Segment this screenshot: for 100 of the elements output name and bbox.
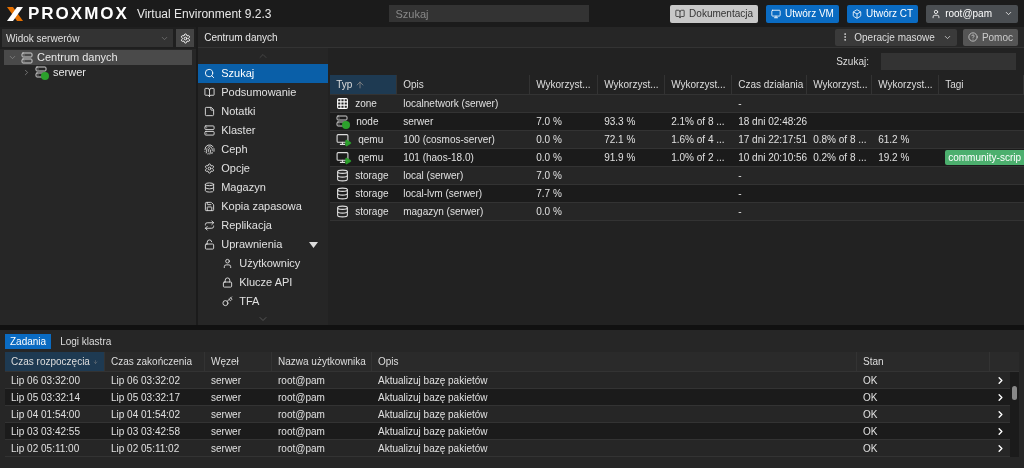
- chevron-right-icon[interactable]: [995, 391, 1006, 403]
- table-cell-text: serwer: [211, 441, 241, 456]
- nav-item[interactable]: Notatki: [198, 102, 329, 121]
- column-header[interactable]: Wykorzyst...: [807, 75, 873, 94]
- table-cell-text: 61.2 %: [878, 133, 910, 147]
- product-title: Virtual Environment 9.2.3: [136, 5, 272, 23]
- table-cell-text: Lip 06 03:32:02: [111, 373, 180, 388]
- column-header[interactable]: Stan: [857, 352, 990, 371]
- nav-item[interactable]: Szukaj: [198, 64, 329, 83]
- table-cell-text: 0.2% of 8 ...: [813, 151, 867, 165]
- scrollbar[interactable]: [1010, 372, 1019, 457]
- table-cell-text: 2.1% of 8 ...: [671, 115, 725, 129]
- bulk-actions-button[interactable]: Operacje masowe: [835, 28, 957, 46]
- column-header[interactable]: Czas rozpoczęcia: [5, 352, 105, 371]
- column-header[interactable]: Tagi: [939, 75, 1024, 94]
- table-cell-text: serwer: [211, 390, 241, 405]
- column-header[interactable]: Czas działania: [732, 75, 808, 94]
- table-cell-text: magazyn (serwer): [403, 205, 484, 219]
- table-cell-text: 100 (cosmos-server): [403, 133, 495, 147]
- docs-icon: [675, 8, 686, 19]
- header-button[interactable]: Utwórz VM: [766, 4, 839, 23]
- server-icon: [204, 125, 216, 136]
- table-cell-text: Lip 02 05:11:02: [111, 441, 180, 456]
- nav-item[interactable]: Podsumowanie: [198, 83, 329, 102]
- column-header[interactable]: Opis: [372, 352, 857, 371]
- nav-item[interactable]: Opcje: [198, 159, 329, 178]
- vm-icon: [771, 8, 781, 19]
- table-cell-text: -: [738, 187, 742, 201]
- table-cell-text: Lip 05 03:32:17: [111, 390, 180, 405]
- table-cell-text: 72.1 %: [604, 133, 636, 147]
- nav-item[interactable]: Klaster: [198, 121, 329, 140]
- column-header[interactable]: Węzeł: [205, 352, 272, 371]
- tag: community-scrip: [945, 150, 1024, 165]
- table-cell-text: storage: [355, 205, 389, 219]
- nav-item[interactable]: Klucze API: [198, 273, 329, 292]
- caret-icon: [1004, 9, 1013, 18]
- gear-icon: [204, 163, 216, 174]
- column-header[interactable]: Typ: [330, 75, 398, 94]
- header-button[interactable]: Utwórz CT: [846, 4, 919, 23]
- nav-item[interactable]: Ceph: [198, 140, 329, 159]
- table-cell-text: localnetwork (serwer): [403, 97, 499, 111]
- sort-arrow-icon: [355, 79, 366, 90]
- help-icon: [967, 32, 978, 42]
- table-cell-text: Aktualizuj bazę pakietów: [378, 441, 488, 456]
- table-cell-text: Lip 04 01:54:00: [11, 407, 80, 422]
- help-button[interactable]: Pomoc: [962, 28, 1018, 46]
- user-icon: [222, 258, 234, 269]
- table-cell-text: 1.0% of 2 ...: [671, 151, 725, 165]
- grid-icon: [336, 97, 350, 110]
- table-cell-text: 7.7 %: [536, 187, 562, 201]
- nav-item[interactable]: Magazyn: [198, 178, 329, 197]
- chevron-right-icon[interactable]: [995, 442, 1006, 454]
- server-ok-icon: [35, 65, 49, 80]
- table-cell-text: OK: [863, 407, 878, 422]
- table-cell-text: root@pam: [278, 424, 325, 439]
- nav-item[interactable]: Replikacja: [198, 216, 329, 235]
- column-header[interactable]: Wykorzyst...: [530, 75, 599, 94]
- table-cell-text: serwer: [211, 424, 241, 439]
- view-select[interactable]: Widok serwerów: [2, 29, 174, 47]
- table-cell-text: serwer: [211, 373, 241, 388]
- chevron-right-icon[interactable]: [995, 425, 1006, 437]
- ct-icon: [851, 8, 862, 19]
- x-logo-icon: [6, 5, 24, 22]
- table-cell-text: Lip 04 01:54:02: [111, 407, 180, 422]
- repeat-icon: [204, 220, 216, 231]
- settings-button[interactable]: [176, 29, 195, 47]
- table-cell-text: 17 dni 22:17:51: [738, 133, 808, 147]
- table-cell-text: -: [738, 97, 742, 111]
- user-icon: [931, 8, 942, 19]
- table-cell-text: local-lvm (serwer): [403, 187, 483, 201]
- table-cell-text: 7.0 %: [536, 169, 562, 183]
- nav-item[interactable]: Kopia zapasowa: [198, 197, 329, 216]
- column-header[interactable]: Opis: [397, 75, 531, 94]
- tree-item[interactable]: serwer: [4, 65, 193, 80]
- table-cell-text: OK: [863, 390, 878, 405]
- header-button[interactable]: Dokumentacja: [670, 4, 758, 23]
- nav-item[interactable]: Użytkownicy: [198, 254, 329, 273]
- table-cell-text: 0.0 %: [536, 133, 562, 147]
- chevron-right-icon[interactable]: [995, 408, 1006, 420]
- table-cell-text: qemu: [358, 151, 384, 165]
- tab[interactable]: Zadania: [5, 333, 52, 349]
- column-header[interactable]: Czas zakończenia: [105, 352, 205, 371]
- chevron-right-icon[interactable]: [995, 374, 1006, 386]
- column-header[interactable]: Wykorzyst...: [872, 75, 940, 94]
- search-field[interactable]: Szukaj: [389, 5, 590, 22]
- user-menu-button[interactable]: root@pam: [926, 4, 1018, 23]
- table-cell-text: Aktualizuj bazę pakietów: [378, 373, 488, 388]
- column-header[interactable]: Nazwa użytkownika: [272, 352, 372, 371]
- table-cell-text: Lip 03 03:42:58: [111, 424, 180, 439]
- tree-item[interactable]: Centrum danych: [4, 50, 193, 65]
- table-cell-text: Lip 02 05:11:00: [11, 441, 80, 456]
- tab[interactable]: Logi klastra: [55, 333, 117, 349]
- column-header[interactable]: Wykorzyst...: [598, 75, 666, 94]
- table-cell-text: Aktualizuj bazę pakietów: [378, 390, 488, 405]
- fingerprint-icon: [204, 144, 216, 155]
- database-icon: [336, 205, 350, 218]
- table-cell-text: 10 dni 20:10:56: [738, 151, 808, 165]
- nav-item[interactable]: Uprawnienia: [198, 235, 329, 254]
- column-header[interactable]: Wykorzyst...: [665, 75, 733, 94]
- nav-item[interactable]: TFA: [198, 292, 329, 311]
